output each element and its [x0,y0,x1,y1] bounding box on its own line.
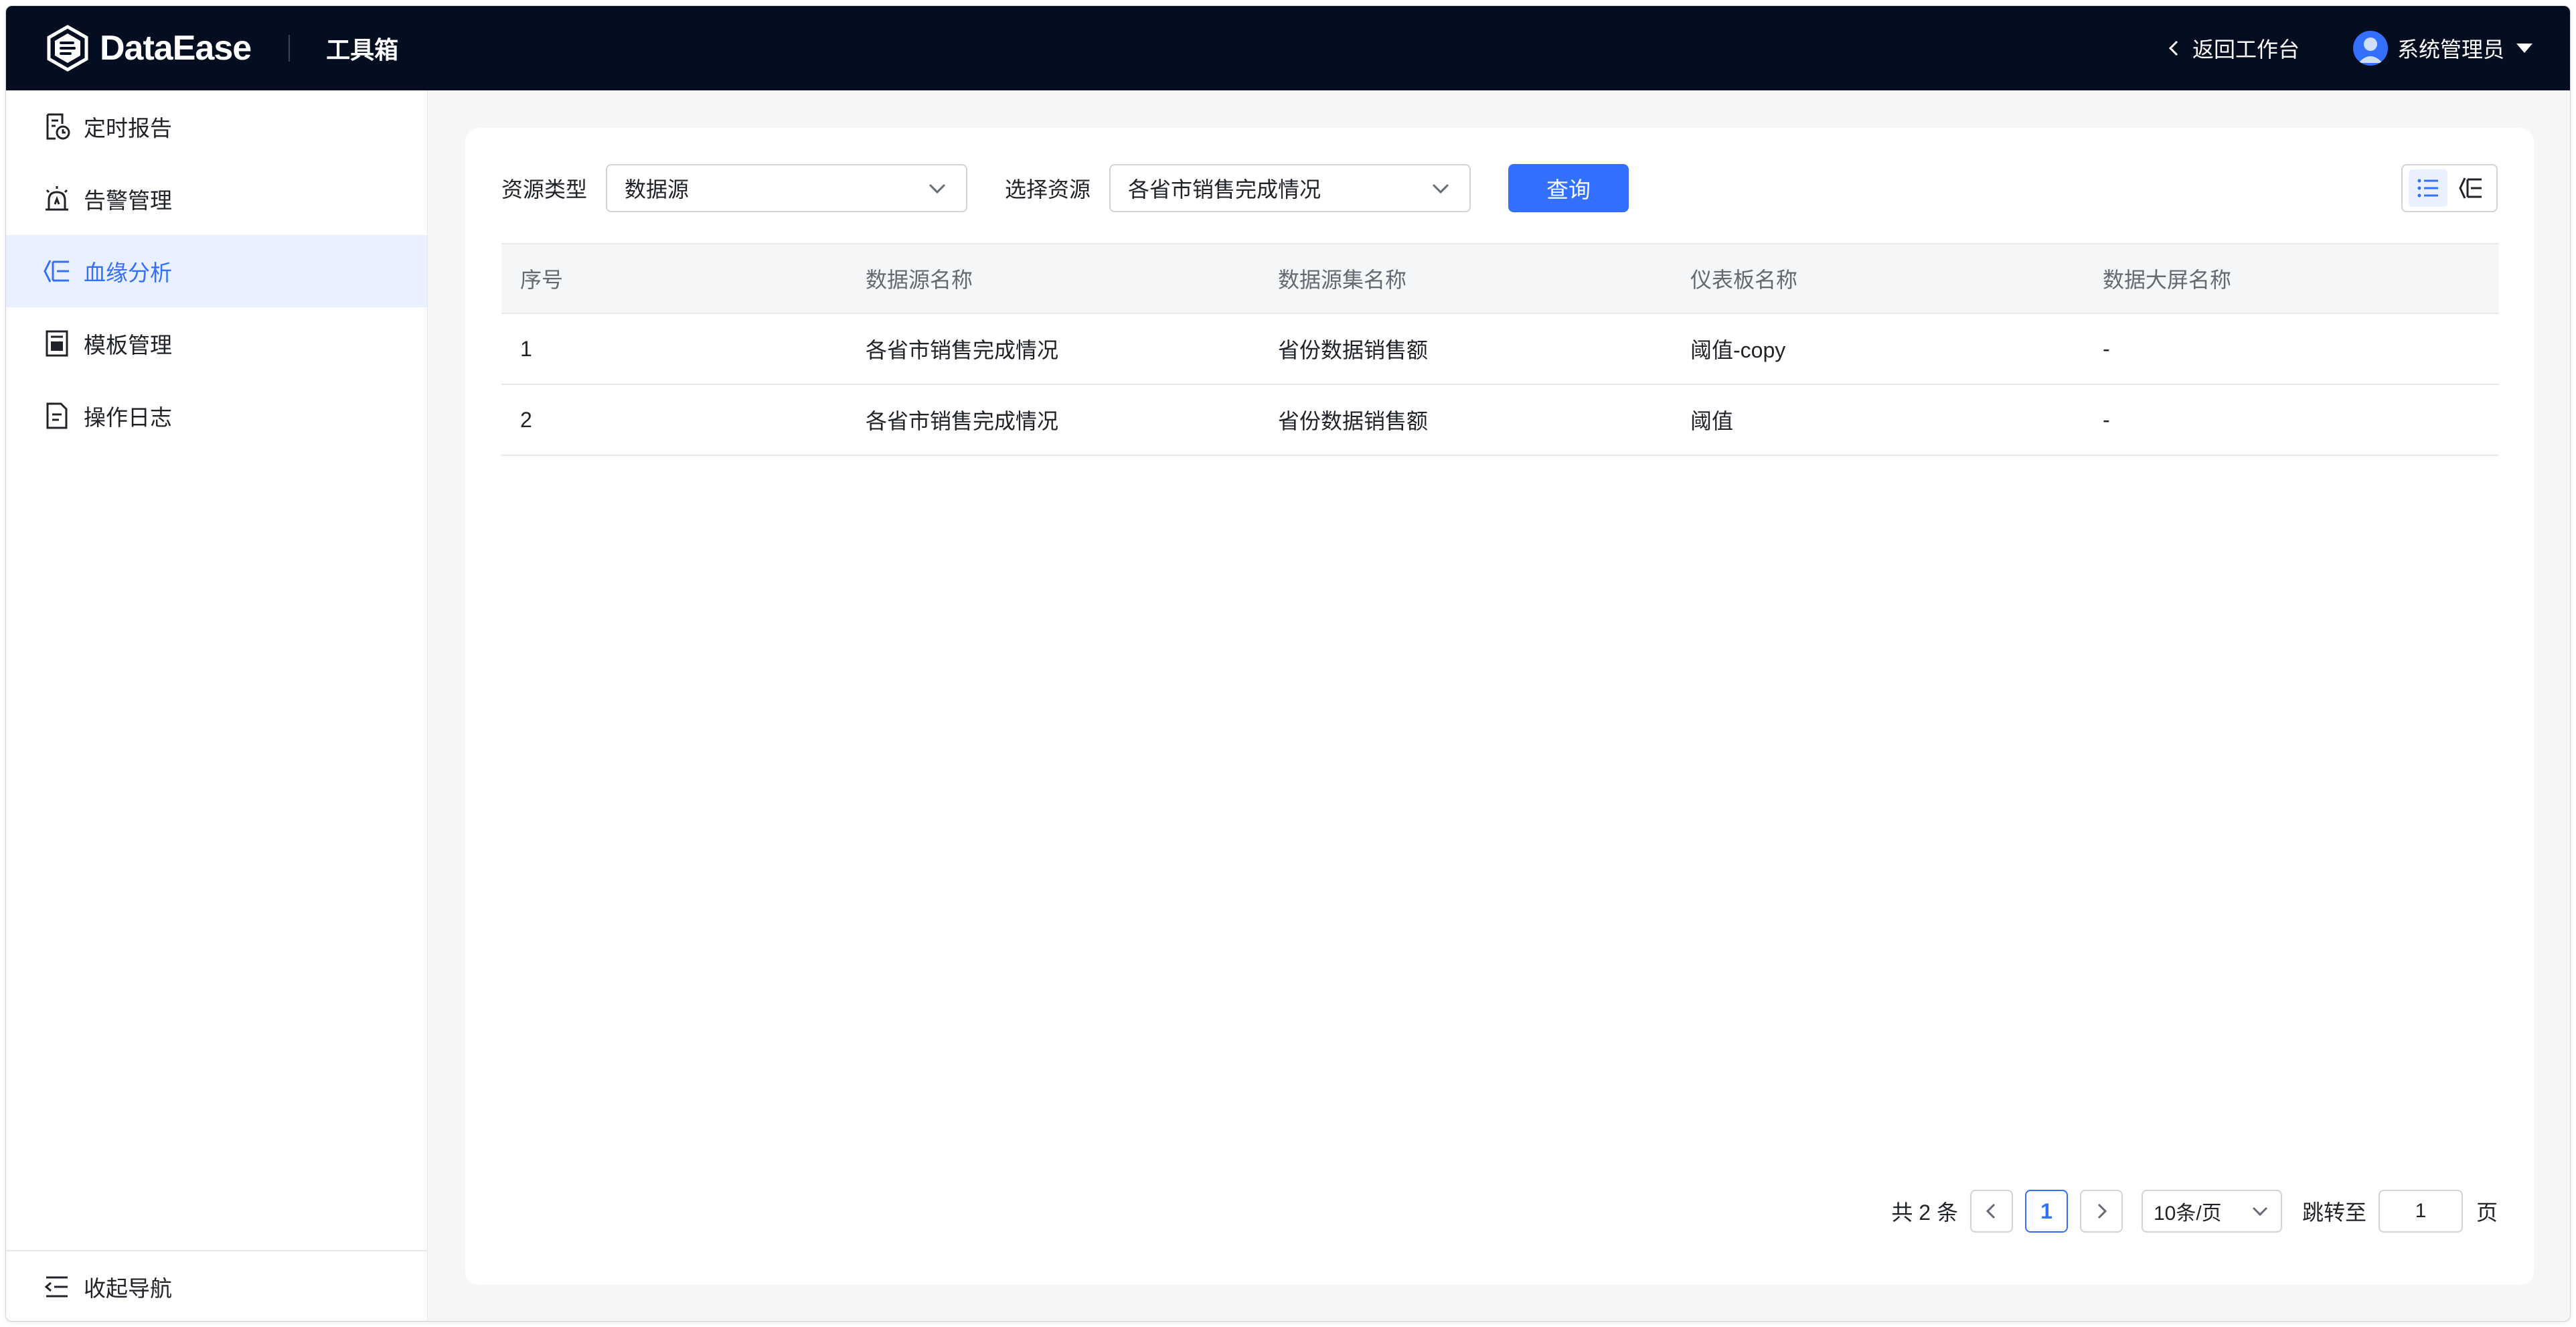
collapse-nav-button[interactable]: 收起导航 [6,1250,427,1321]
collapse-menu-icon [44,1276,68,1298]
app-title: 工具箱 [326,36,399,64]
dataease-logo-icon [47,25,88,72]
top-bar: DataEase 工具箱 返回工作台 系统管理员 [6,6,2570,90]
lineage-view-button[interactable] [2451,169,2490,207]
avatar [2352,31,2388,66]
column-header: 数据大屏名称 [2103,268,2232,292]
chevron-down-icon [2252,1206,2268,1217]
sidebar-item-alarm[interactable]: 告警管理 [6,163,427,235]
page-size-select[interactable]: 10条/页 [2141,1190,2282,1233]
header-divider [289,35,291,62]
sidebar-item-label: 操作日志 [84,405,172,430]
sidebar-item-lineage[interactable]: 血缘分析 [6,235,427,307]
select-resource-label: 选择资源 [1005,177,1091,202]
table-row: 2 各省市销售完成情况 省份数据销售额 阈值 - [501,385,2499,456]
sidebar-item-label: 定时报告 [84,116,172,141]
pagination: 共 2 条 1 10条/页 跳转至 页 [1891,1190,2498,1233]
table-cell: - [2103,336,2110,361]
sidebar-item-label: 模板管理 [84,333,172,358]
logo[interactable]: DataEase [44,24,252,72]
resource-type-select[interactable]: 数据源 [606,164,968,212]
total-count: 共 2 条 [1891,1200,1958,1225]
caret-down-icon [2516,44,2532,53]
column-header: 序号 [520,268,564,292]
table-cell: - [2103,407,2110,432]
list-view-button[interactable] [2409,169,2447,207]
sidebar-item-scheduled-report[interactable]: 定时报告 [6,90,427,163]
table-cell: 阈值-copy [1690,338,1786,362]
filter-bar: 资源类型 数据源 选择资源 各省市销售完成情况 查询 [501,164,2498,212]
chevron-down-icon [1432,183,1449,194]
sidebar-item-label: 血缘分析 [84,260,172,285]
lineage-table: 序号 数据源名称 数据源集名称 仪表板名称 数据大屏名称 1 各省市销售完成情况… [501,243,2499,456]
collapse-nav-label: 收起导航 [84,1276,172,1301]
page-unit-label: 页 [2476,1200,2498,1225]
column-header: 仪表板名称 [1690,268,1798,292]
sidebar: 定时报告 告警管理 血缘分析 模板管理 操作日志 收起导航 [6,90,428,1321]
user-icon [2358,37,2383,63]
table-cell: 1 [520,336,532,361]
table-row: 1 各省市销售完成情况 省份数据销售额 阈值-copy - [501,314,2499,385]
sidebar-item-log[interactable]: 操作日志 [6,380,427,452]
alarm-icon [46,186,68,211]
table-cell: 各省市销售完成情况 [866,409,1059,433]
resource-select[interactable]: 各省市销售完成情况 [1109,164,1471,212]
resource-type-value: 数据源 [625,177,690,202]
scheduled-report-icon [46,113,70,140]
chevron-left-icon [2168,40,2178,56]
user-menu[interactable]: 系统管理员 [2352,31,2532,66]
back-to-workbench-link[interactable]: 返回工作台 [2164,33,2300,64]
query-button[interactable]: 查询 [1508,164,1629,212]
table-cell: 省份数据销售额 [1278,409,1429,433]
chevron-right-icon [2097,1203,2107,1219]
prev-page-button[interactable] [1969,1190,2013,1233]
resource-type-label: 资源类型 [501,177,588,202]
table-cell: 2 [520,407,532,432]
sidebar-item-label: 告警管理 [84,188,172,213]
chevron-left-icon [1986,1203,1996,1219]
view-mode-toggle [2401,164,2498,212]
lineage-panel: 资源类型 数据源 选择资源 各省市销售完成情况 查询 序号 数据源名称 数据源集… [465,128,2534,1285]
back-label: 返回工作台 [2192,37,2300,62]
chevron-down-icon [929,183,946,194]
lineage-icon [44,260,69,283]
table-cell: 各省市销售完成情况 [866,338,1059,362]
resource-value: 各省市销售完成情况 [1128,177,1321,202]
template-icon [46,330,68,357]
app-window: DataEase 工具箱 返回工作台 系统管理员 定时报告 告警管理 血缘分析 … [5,5,2571,1322]
page-size-value: 10条/页 [2153,1202,2222,1225]
jump-page-input[interactable] [2378,1190,2463,1233]
column-header: 数据源集名称 [1278,268,1407,292]
next-page-button[interactable] [2079,1190,2123,1233]
jump-label: 跳转至 [2302,1200,2366,1225]
header-actions: 返回工作台 系统管理员 [2164,31,2532,66]
brand-name: DataEase [100,29,252,68]
log-icon [46,402,68,429]
user-name: 系统管理员 [2397,37,2504,62]
page-number-button[interactable]: 1 [2024,1190,2068,1233]
column-header: 数据源名称 [866,268,973,292]
lineage-icon [2459,177,2482,199]
table-header: 序号 数据源名称 数据源集名称 仪表板名称 数据大屏名称 [501,243,2499,314]
table-cell: 省份数据销售额 [1278,338,1429,362]
sidebar-item-template[interactable]: 模板管理 [6,307,427,380]
table-cell: 阈值 [1690,409,1734,433]
list-icon [2417,179,2438,198]
